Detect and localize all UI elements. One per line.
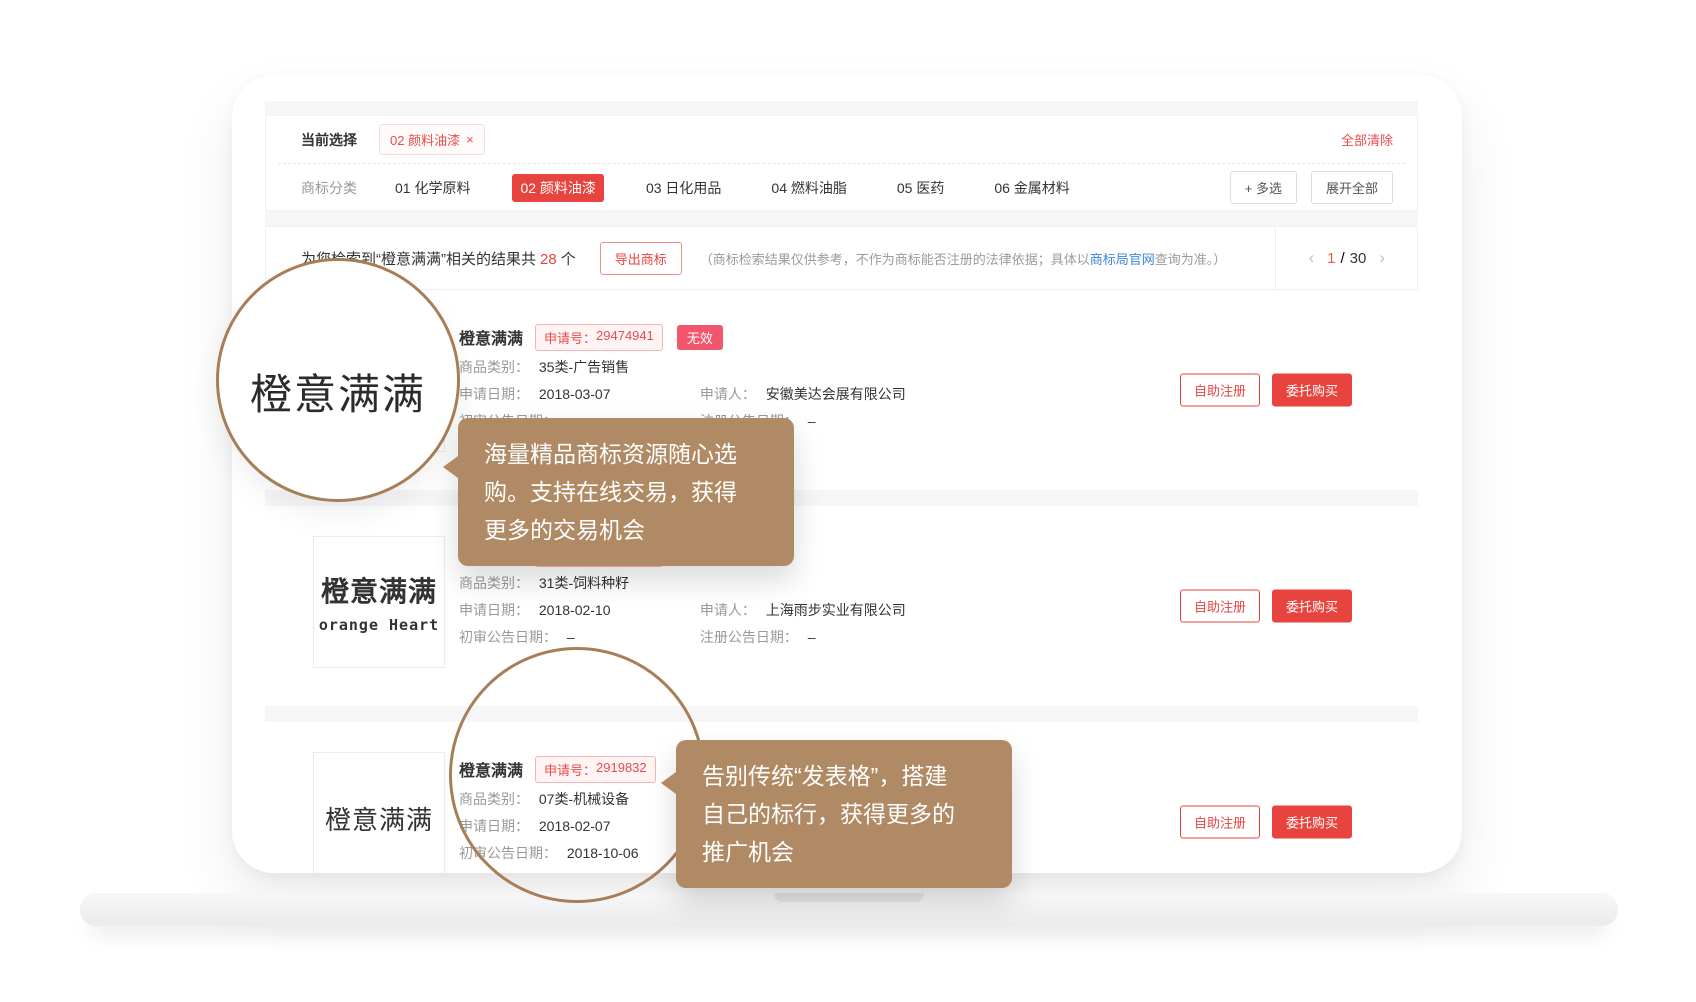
next-page-icon[interactable]: › — [1371, 248, 1393, 268]
disclaimer-prefix: （商标检索结果仅供参考，不作为商标能否注册的法律依据；具体以 — [700, 252, 1090, 267]
close-icon[interactable]: × — [466, 132, 474, 147]
entrust-buy-button[interactable]: 委托购买 — [1272, 374, 1352, 407]
filter-card: 当前选择 02 颜料油漆 × 全部清除 商标分类 01 化学原料 02 颜料油漆… — [265, 115, 1418, 211]
registration-publication-label: 注册公告日期： — [700, 629, 798, 645]
trademark-image-text: 橙意满满 — [325, 800, 433, 837]
disclaimer-note: （商标检索结果仅供参考，不作为商标能否注册的法律依据；具体以商标局官网查询为准。… — [700, 249, 1227, 268]
apply-date-value: 2018-03-07 — [539, 386, 611, 402]
category-label: 商标分类 — [301, 178, 357, 198]
selected-filter-tag[interactable]: 02 颜料油漆 × — [379, 124, 485, 155]
trademark-search-page: 当前选择 02 颜料油漆 × 全部清除 商标分类 01 化学原料 02 颜料油漆… — [0, 0, 1696, 1002]
prev-page-icon[interactable]: ‹ — [1300, 248, 1322, 268]
self-register-button[interactable]: 自助注册 — [1180, 374, 1260, 407]
registration-publication-value: – — [808, 629, 816, 645]
magnified-trademark-text: 橙意满满 — [250, 339, 426, 422]
trademark-name: 橙意满满 — [459, 325, 523, 349]
applicant-pair: 申请人： 上海雨步实业有限公司 — [700, 597, 906, 624]
category-row: 商标分类 01 化学原料 02 颜料油漆 03 日化用品 04 燃料油脂 05 … — [266, 164, 1417, 211]
publication-line: 初审公告日期： – 注册公告日期： – — [459, 624, 906, 651]
tooltip-line: 更多的交易机会 — [484, 511, 768, 549]
tooltip-promotion: 告别传统“发表格”，搭建 自己的标行，获得更多的 推广机会 — [676, 740, 1012, 888]
trademark-image-text: 橙意满满 — [321, 570, 437, 610]
first-publication-value: – — [567, 629, 575, 645]
laptop-base — [80, 893, 1618, 926]
tooltip-line: 海量精品商标资源随心选 — [484, 435, 768, 473]
tooltip-marketplace: 海量精品商标资源随心选 购。支持在线交易，获得 更多的交易机会 — [458, 418, 794, 566]
tooltip-line: 告别传统“发表格”，搭建 — [702, 757, 986, 795]
selected-filter-tag-text: 02 颜料油漆 — [390, 130, 460, 149]
expand-all-button[interactable]: 展开全部 — [1311, 171, 1393, 204]
tooltip-arrow-icon — [661, 772, 676, 794]
apply-date-label: 申请日期： — [459, 386, 529, 402]
tooltip-arrow-icon — [443, 456, 458, 478]
total-pages: 30 — [1350, 250, 1367, 267]
current-page: 1 — [1327, 250, 1335, 267]
self-register-button[interactable]: 自助注册 — [1180, 806, 1260, 839]
results-header: 为您检索到“橙意满满”相关的结果共28个 导出商标 （商标检索结果仅供参考，不作… — [265, 226, 1418, 290]
apply-date-value: 2018-02-10 — [539, 602, 611, 618]
applicant-label: 申请人： — [700, 602, 756, 618]
application-number-label: 申请号： — [544, 328, 596, 347]
page-separator: / — [1340, 250, 1344, 267]
official-site-link[interactable]: 商标局官网 — [1090, 252, 1155, 267]
current-selection-label: 当前选择 — [301, 130, 357, 150]
applicant-value: 上海雨步实业有限公司 — [766, 602, 906, 618]
pagination: ‹ 1 / 30 › — [1275, 227, 1417, 289]
application-number-tag: 申请号：29474941 — [535, 324, 663, 351]
category-line: 商品类别： 31类-饲料种籽 — [459, 570, 906, 597]
entrust-buy-button[interactable]: 委托购买 — [1272, 806, 1352, 839]
category-field-label: 商品类别： — [459, 359, 529, 375]
row-actions: 自助注册 委托购买 — [1180, 374, 1352, 407]
tab-category-02-selected[interactable]: 02 颜料油漆 — [512, 174, 603, 202]
disclaimer-suffix: 查询为准。） — [1155, 252, 1227, 267]
trademark-image: 橙意满满 — [313, 752, 445, 873]
tab-category-06[interactable]: 06 金属材料 — [986, 174, 1077, 202]
tooltip-line: 购。支持在线交易，获得 — [484, 473, 768, 511]
status-badge: 无效 — [677, 325, 723, 350]
row-actions: 自助注册 委托购买 — [1180, 806, 1352, 839]
clear-all-button[interactable]: 全部清除 — [1341, 130, 1393, 149]
title-line: 橙意满满 申请号：29474941 无效 — [459, 320, 906, 354]
date-applicant-line: 申请日期： 2018-02-10 申请人： 上海雨步实业有限公司 — [459, 597, 906, 624]
tooltip-line: 自己的标行，获得更多的 — [702, 795, 986, 833]
application-number-value: 29474941 — [596, 328, 654, 347]
tab-category-05[interactable]: 05 医药 — [889, 174, 952, 202]
registration-publication-value: – — [808, 413, 816, 429]
first-publication-label: 初审公告日期： — [459, 629, 557, 645]
row-actions: 自助注册 委托购买 — [1180, 590, 1352, 623]
category-tabs: 01 化学原料 02 颜料油漆 03 日化用品 04 燃料油脂 05 医药 06… — [387, 174, 1112, 202]
tab-category-04[interactable]: 04 燃料油脂 — [763, 174, 854, 202]
applicant-value: 安徽美达会展有限公司 — [766, 386, 906, 402]
export-trademark-button[interactable]: 导出商标 — [600, 242, 682, 275]
results-unit: 个 — [561, 251, 576, 268]
trademark-image: 橙意满满 orange Heart — [313, 536, 445, 668]
applicant-label: 申请人： — [700, 386, 756, 402]
results-count: 28 — [540, 251, 557, 268]
multi-select-button[interactable]: + 多选 — [1230, 171, 1297, 204]
category-field-value: 31类-饲料种籽 — [539, 575, 629, 591]
apply-date-pair: 申请日期： 2018-02-10 — [459, 597, 696, 624]
result-row: 橙意满满 orange Heart 橙意满满 申请号：29482153 已注册 … — [265, 506, 1418, 706]
tab-category-01[interactable]: 01 化学原料 — [387, 174, 478, 202]
self-register-button[interactable]: 自助注册 — [1180, 590, 1260, 623]
category-line: 商品类别： 35类-广告销售 — [459, 354, 906, 381]
apply-date-label: 申请日期： — [459, 602, 529, 618]
category-actions: + 多选 展开全部 — [1216, 171, 1393, 204]
apply-date-pair: 申请日期： 2018-03-07 — [459, 381, 696, 408]
magnifier-circle: 橙意满满 — [216, 258, 460, 502]
entrust-buy-button[interactable]: 委托购买 — [1272, 590, 1352, 623]
registration-publication-pair: 注册公告日期： – — [700, 624, 816, 651]
current-selection-row: 当前选择 02 颜料油漆 × 全部清除 — [266, 116, 1417, 163]
date-applicant-line: 申请日期： 2018-03-07 申请人： 安徽美达会展有限公司 — [459, 381, 906, 408]
category-field-label: 商品类别： — [459, 575, 529, 591]
tab-category-03[interactable]: 03 日化用品 — [638, 174, 729, 202]
tooltip-line: 推广机会 — [702, 833, 986, 871]
applicant-pair: 申请人： 安徽美达会展有限公司 — [700, 381, 906, 408]
laptop-base-notch — [774, 893, 924, 902]
trademark-image-subtext: orange Heart — [319, 616, 439, 634]
category-field-value: 35类-广告销售 — [539, 359, 629, 375]
